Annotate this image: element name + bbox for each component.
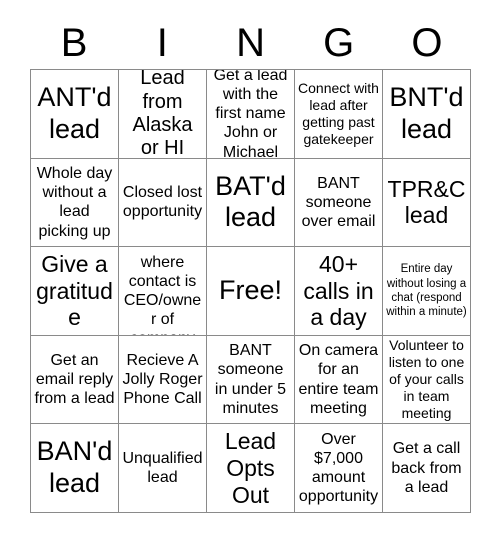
bingo-cell-label: Entire day without losing a chat (respon…	[386, 263, 467, 319]
bingo-cell-label: BAT'd lead	[215, 170, 286, 233]
bingo-cell-o5[interactable]: Get a call back from a lead	[383, 424, 471, 513]
bingo-cell-label: On camera for an entire team meeting	[298, 342, 379, 417]
bingo-cell-label: Recieve A Jolly Roger Phone Call	[122, 351, 203, 408]
bingo-cell-label: 40+ calls in a day	[303, 250, 374, 331]
bingo-cell-b2[interactable]: Whole day without a lead picking up	[31, 158, 119, 248]
bingo-cell-label: Volunteer to listen to one of your calls…	[388, 336, 465, 422]
bingo-cell-b1[interactable]: ANT'd lead	[31, 70, 119, 159]
bingo-cell-i4[interactable]: Recieve A Jolly Roger Phone Call	[119, 335, 207, 425]
bingo-cell-n3[interactable]: Free!	[207, 247, 295, 336]
bingo-header-row: B I N G O	[30, 16, 471, 69]
bingo-cell-o1[interactable]: BNT'd lead	[383, 70, 471, 159]
bingo-cell-b5[interactable]: BAN'd lead	[31, 424, 119, 513]
bingo-cell-label: Get a call back from a lead	[391, 440, 462, 496]
bingo-cell-label: Closed lost opportunity	[122, 184, 203, 221]
bingo-cell-n1[interactable]: Get a lead with the first name John or M…	[207, 70, 295, 159]
bingo-cell-label: Lead where contact is CEO/owner of compa…	[123, 247, 202, 335]
bingo-header-letter-n: N	[236, 20, 265, 65]
bingo-grid: ANT'd lead Lead from Alaska or HI Get a le…	[30, 69, 471, 513]
bingo-cell-label: ANT'd lead	[37, 81, 112, 144]
bingo-cell-g2[interactable]: BANT someone over email	[295, 158, 383, 248]
bingo-cell-n2[interactable]: BAT'd lead	[207, 158, 295, 248]
bingo-cell-label: BANT someone over email	[301, 174, 376, 230]
bingo-cell-label: Free!	[218, 275, 283, 306]
bingo-header-letter-i: I	[156, 20, 168, 65]
bingo-cell-n5[interactable]: Lead Opts Out	[207, 424, 295, 513]
bingo-card: B I N G O ANT'd lead Lead from Alaska or …	[0, 0, 500, 544]
bingo-cell-o3[interactable]: Entire day without losing a chat (respon…	[383, 247, 471, 336]
bingo-cell-b4[interactable]: Get an email reply from a lead	[31, 335, 119, 425]
bingo-cell-label: TPR&C lead	[387, 175, 466, 229]
bingo-header-letter-o: O	[411, 20, 443, 65]
bingo-cell-label: Get an email reply from a lead	[34, 351, 115, 408]
bingo-cell-o2[interactable]: TPR&C lead	[383, 158, 471, 248]
bingo-cell-g1[interactable]: Connect with lead after getting past gat…	[295, 70, 383, 159]
bingo-cell-g3[interactable]: 40+ calls in a day	[295, 247, 383, 336]
bingo-cell-n4[interactable]: BANT someone in under 5 minutes	[207, 335, 295, 425]
bingo-cell-label: Unqualified lead	[122, 450, 203, 487]
bingo-cell-label: BAN'd lead	[36, 436, 113, 499]
bingo-header-letter-g: G	[323, 20, 355, 65]
bingo-cell-label: Whole day without a lead picking up	[36, 165, 113, 240]
bingo-cell-label: Lead Opts Out	[224, 428, 277, 508]
bingo-cell-label: BNT'd lead	[389, 81, 464, 144]
bingo-cell-label: Lead from Alaska or HI	[132, 70, 193, 159]
bingo-cell-i5[interactable]: Unqualified lead	[119, 424, 207, 513]
bingo-cell-label: Over $7,000 amount opportunity	[298, 430, 379, 506]
bingo-cell-i1[interactable]: Lead from Alaska or HI	[119, 70, 207, 159]
bingo-cell-o4[interactable]: Volunteer to listen to one of your calls…	[383, 335, 471, 425]
bingo-cell-g5[interactable]: Over $7,000 amount opportunity	[295, 424, 383, 513]
bingo-header-letter-b: B	[60, 20, 88, 65]
bingo-cell-label: Get a lead with the first name John or M…	[213, 70, 288, 159]
bingo-cell-i2[interactable]: Closed lost opportunity	[119, 158, 207, 248]
bingo-cell-g4[interactable]: On camera for an entire team meeting	[295, 335, 383, 425]
bingo-cell-i3[interactable]: Lead where contact is CEO/owner of compa…	[119, 247, 207, 336]
bingo-cell-label: Give a gratitude	[36, 250, 113, 331]
bingo-cell-b3[interactable]: Give a gratitude	[31, 247, 119, 336]
bingo-cell-label: Connect with lead after getting past gat…	[298, 79, 379, 147]
bingo-cell-label: BANT someone in under 5 minutes	[214, 342, 287, 417]
